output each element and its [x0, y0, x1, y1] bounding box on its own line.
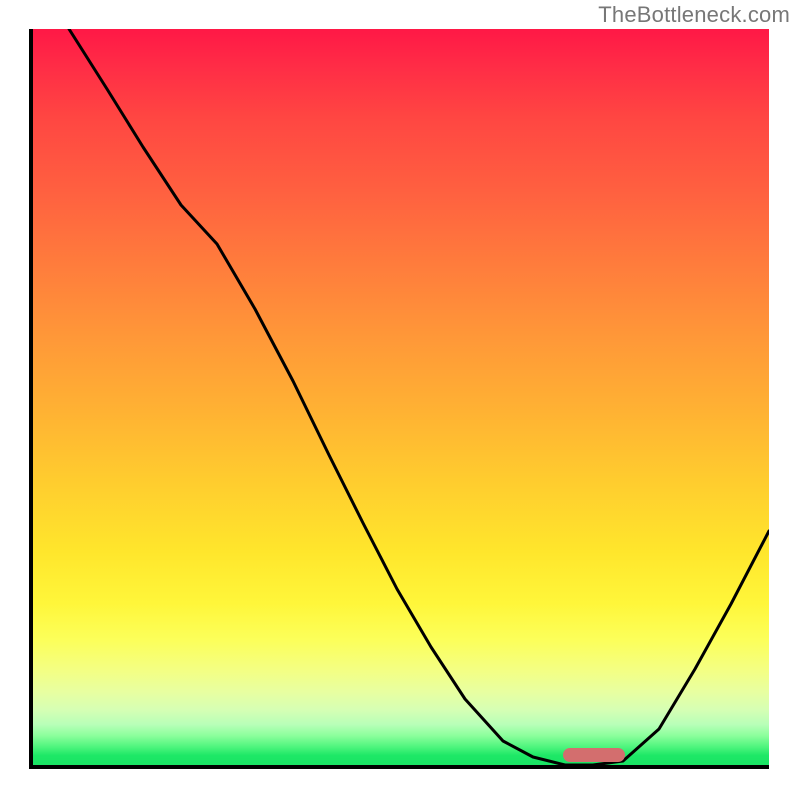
plot-frame — [29, 29, 769, 769]
curve-polyline — [69, 29, 769, 765]
chart-container: TheBottleneck.com — [0, 0, 800, 800]
curve-line — [33, 29, 769, 765]
optimum-marker — [563, 748, 625, 762]
watermark-text: TheBottleneck.com — [598, 2, 790, 28]
